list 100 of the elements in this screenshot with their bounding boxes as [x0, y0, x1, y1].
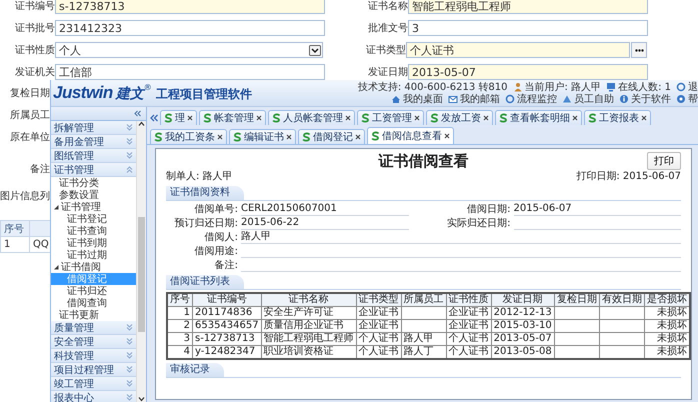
brand-name: 建文 — [116, 86, 144, 103]
field-value: 2015-06-07 — [514, 203, 681, 216]
close-icon[interactable] — [483, 115, 489, 121]
input-field[interactable]: 个人证书 — [406, 42, 630, 58]
input-field[interactable]: 2013-05-07 — [408, 64, 648, 80]
input-field[interactable]: 3 — [408, 20, 648, 36]
expanded-triangle-icon[interactable] — [53, 204, 59, 210]
input-field[interactable]: 工信部 — [55, 64, 325, 80]
table-cell: 2015-03-10 — [491, 320, 554, 332]
registered-mark: ® — [144, 83, 152, 92]
menu-group[interactable]: 科技管理 — [51, 349, 136, 363]
close-icon[interactable] — [444, 133, 450, 139]
field-value: 路人甲 — [241, 231, 681, 244]
info-text: 在线人数: 1 — [618, 82, 671, 92]
field-label: 实际归还日期: — [446, 218, 512, 230]
tree-item[interactable]: 证书归还 — [51, 285, 136, 297]
help-icon — [676, 94, 686, 104]
product-name: 工程项目管理软件 — [156, 86, 252, 103]
header-link[interactable]: 我的邮箱 — [448, 94, 500, 104]
scroll-up-icon[interactable] — [138, 121, 145, 127]
print-date: 打印日期: 2015-06-07 — [576, 171, 681, 183]
tree-item[interactable]: 证书更新 — [51, 309, 136, 321]
menu-group[interactable]: 备用金管理 — [51, 135, 136, 149]
info-text: 当前用户: 路人甲 — [524, 82, 602, 92]
menu-group[interactable]: 安全管理 — [51, 335, 136, 349]
menu-group[interactable]: 图纸管理 — [51, 149, 136, 163]
close-icon[interactable] — [345, 115, 351, 121]
table-cell: 路人甲 — [401, 332, 446, 346]
dollar-icon — [499, 113, 508, 123]
tab[interactable]: 人员帐套管理 — [268, 110, 355, 125]
scrollbar-thumb[interactable] — [138, 217, 145, 332]
user-icon — [512, 82, 523, 92]
expanded-triangle-icon[interactable] — [53, 264, 59, 270]
table-cell: 智能工程弱电工程师 — [261, 332, 356, 346]
tree-item[interactable]: 证书登记 — [51, 213, 136, 225]
column-header: 证书性质 — [446, 293, 492, 306]
tab[interactable]: 编辑证书 — [229, 129, 296, 144]
field-label: 所属员工 — [10, 108, 50, 123]
tab[interactable]: 查看帐套明细 — [495, 110, 582, 125]
tab[interactable]: 工资报表 — [584, 110, 651, 125]
tree-item[interactable]: 参数设置 — [51, 189, 136, 201]
logout-link[interactable]: 退 — [676, 82, 698, 92]
input-field[interactable]: 231412323 — [55, 20, 325, 36]
dollar-icon — [588, 113, 597, 123]
close-icon[interactable] — [256, 115, 262, 121]
input-field[interactable]: 智能工程弱电工程师 — [408, 0, 648, 14]
tab[interactable]: 借阅信息查看 — [367, 127, 454, 144]
close-icon[interactable] — [217, 134, 223, 140]
close-icon[interactable] — [414, 115, 420, 121]
tree-item[interactable]: 证书查询 — [51, 225, 136, 237]
close-icon[interactable] — [641, 115, 647, 121]
field-label: 复检日期 — [10, 86, 50, 101]
tree-item[interactable]: 证书分类 — [51, 177, 136, 189]
ring-icon — [505, 94, 515, 104]
tree-item[interactable]: 借阅查询 — [51, 297, 136, 309]
close-icon[interactable] — [187, 115, 193, 121]
document-title: 证书借阅查看 — [378, 155, 468, 167]
select-field[interactable]: 个人 — [55, 42, 323, 58]
header-link[interactable]: 我的桌面 — [391, 94, 443, 104]
tab[interactable]: 我的工资条 — [150, 129, 227, 144]
tab[interactable]: 理 — [160, 110, 197, 125]
tab[interactable]: 借阅登记 — [298, 129, 365, 144]
support-info: 技术支持: 400-600-6213 转810 — [358, 82, 508, 92]
menu-group[interactable]: 项目过程管理 — [51, 363, 136, 377]
field-label: 发证机关 — [15, 66, 55, 79]
tab[interactable]: 工资管理 — [357, 110, 424, 125]
header-link[interactable]: 员工自助 — [562, 94, 614, 104]
header-link[interactable]: 关于软件 — [619, 94, 671, 104]
ellipsis-icon — [634, 48, 644, 52]
print-button[interactable]: 打印 — [647, 152, 681, 170]
table-cell: 6535434657 — [192, 320, 262, 332]
header-link[interactable]: 流程监控 — [505, 94, 557, 104]
field-value: CERL20150607001 — [241, 203, 408, 216]
close-icon[interactable] — [286, 134, 292, 140]
tree-item[interactable]: 证书管理 — [51, 201, 136, 213]
tab[interactable]: 帐套管理 — [199, 110, 266, 125]
table-cell: 2 — [167, 320, 192, 332]
close-icon[interactable] — [355, 134, 361, 140]
table-cell: 未损坏 — [644, 320, 690, 332]
double-chevron-left-icon[interactable] — [150, 114, 158, 122]
lookup-button[interactable] — [631, 42, 647, 58]
field-label: 借阅日期: — [466, 204, 512, 216]
table-cell: y-12482347 — [192, 346, 262, 359]
double-chevron-left-icon[interactable] — [134, 110, 141, 117]
menu-group[interactable]: 质量管理 — [51, 321, 136, 335]
menu-group[interactable]: 报表中心 — [51, 391, 136, 402]
field-label: 借阅单号: — [194, 204, 239, 216]
menu-group[interactable]: 证书管理 — [51, 163, 136, 177]
close-icon[interactable] — [572, 115, 578, 121]
table-cell: 职业培训资格证 — [261, 346, 356, 359]
scroll-down-icon[interactable] — [138, 396, 145, 402]
header-link[interactable]: 帮 — [676, 94, 698, 104]
input-field[interactable]: s-12738713 — [55, 0, 325, 14]
menu-group[interactable]: 竣工管理 — [51, 377, 136, 391]
table-cell: 个人证书 — [356, 346, 402, 359]
brand-logo: Justwin — [53, 83, 113, 103]
tab[interactable]: 发放工资 — [426, 110, 493, 125]
table-cell: 企业证书 — [356, 306, 402, 320]
tree-item[interactable]: 证书借阅 — [51, 261, 136, 273]
menu-group[interactable]: 拆解管理 — [51, 121, 136, 135]
